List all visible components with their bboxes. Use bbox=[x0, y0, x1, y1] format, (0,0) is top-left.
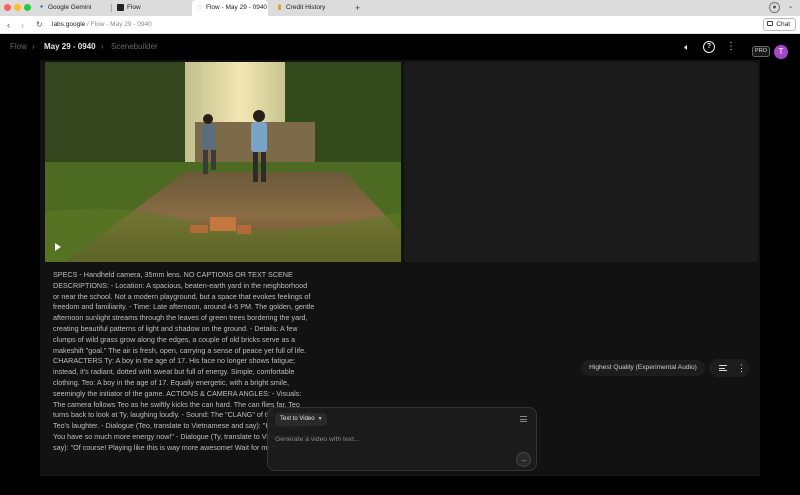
url-host: labs.google bbox=[52, 21, 86, 28]
video-clip-preview[interactable] bbox=[45, 62, 401, 262]
quality-selector[interactable]: Highest Quality (Experimental Audio) bbox=[581, 360, 705, 376]
mode-dropdown[interactable]: Text to Video ▼ bbox=[275, 413, 327, 426]
flow-logo-icon: ◌ bbox=[197, 4, 202, 11]
back-arrow-icon[interactable]: ‹ bbox=[7, 19, 10, 31]
prompt-composer: Text to Video ▼ → bbox=[267, 407, 537, 471]
window-zoom-dot[interactable] bbox=[24, 4, 31, 11]
clip-actions-pill: ⋮ bbox=[709, 359, 749, 377]
browser-tab-strip: ✦ Google Gemini Flow ◌ Flow - May 29 - 0… bbox=[0, 0, 800, 16]
speaker-volume-icon[interactable]: 🔈︎ bbox=[681, 41, 693, 53]
tab-label: Google Gemini bbox=[48, 4, 92, 11]
tab-label: Credit History bbox=[286, 4, 326, 11]
playlist-icon[interactable] bbox=[719, 365, 727, 371]
empty-preview-panel bbox=[404, 62, 758, 262]
chat-button-label: Chat bbox=[776, 21, 790, 28]
breadcrumb-scenebuilder: Scenebuilder bbox=[111, 42, 158, 51]
mode-dropdown-label: Text to Video bbox=[280, 416, 315, 422]
breadcrumb-project[interactable]: May 29 - 0940 bbox=[44, 42, 96, 52]
address-bar-row: ‹ › ↻ labs.google / Flow - May 29 - 0940… bbox=[0, 16, 800, 34]
prompt-input[interactable] bbox=[275, 433, 505, 445]
window-close-dot[interactable] bbox=[4, 4, 11, 11]
tab-label: Flow - May 29 - 0940 bbox=[206, 4, 268, 11]
app-header: Flow › May 29 - 0940 › Scenebuilder 🔈︎ ?… bbox=[0, 34, 800, 60]
new-tab-button[interactable]: + bbox=[355, 0, 360, 16]
breadcrumb-flow[interactable]: Flow bbox=[10, 42, 27, 52]
send-arrow-icon[interactable]: → bbox=[516, 452, 531, 467]
pro-plan-badge: PRO bbox=[752, 46, 770, 57]
page-favicon-icon: ▮ bbox=[277, 4, 282, 11]
settings-sliders-icon[interactable] bbox=[520, 416, 527, 422]
flow-logo-icon bbox=[117, 4, 124, 11]
tab-credit-history[interactable]: ▮ Credit History bbox=[272, 0, 352, 16]
window-minimize-dot[interactable] bbox=[14, 4, 21, 11]
breadcrumb-chevron-icon: › bbox=[101, 42, 104, 51]
chat-bubble-icon bbox=[767, 21, 774, 26]
chat-button[interactable]: Chat bbox=[763, 18, 796, 31]
more-vert-icon[interactable]: ⋮ bbox=[737, 359, 746, 377]
tab-flow-project[interactable]: ◌ Flow - May 29 - 0940 bbox=[192, 0, 268, 16]
breadcrumb-chevron-icon: › bbox=[32, 42, 35, 51]
reload-icon[interactable]: ↻ bbox=[36, 19, 43, 31]
url-field[interactable]: labs.google / Flow - May 29 - 0940 bbox=[52, 20, 152, 30]
tab-list-chevron-icon[interactable]: ⌄ bbox=[785, 2, 796, 13]
tab-label: Flow bbox=[127, 4, 141, 11]
gemini-sparkle-icon: ✦ bbox=[38, 4, 45, 11]
clip-thumbnail-image bbox=[45, 62, 401, 262]
more-vert-icon[interactable]: ⋮ bbox=[725, 41, 737, 53]
play-icon[interactable] bbox=[55, 243, 61, 251]
tab-google-gemini[interactable]: ✦ Google Gemini bbox=[34, 0, 110, 16]
help-icon[interactable]: ? bbox=[703, 41, 715, 53]
tab-divider bbox=[111, 4, 112, 12]
avatar[interactable]: T bbox=[774, 45, 788, 59]
forward-arrow-icon[interactable]: › bbox=[21, 19, 24, 31]
tab-flow[interactable]: Flow bbox=[113, 0, 189, 16]
profile-menu-icon[interactable]: ● bbox=[769, 2, 780, 13]
caret-down-icon: ▼ bbox=[317, 416, 323, 422]
url-path: / Flow - May 29 - 0940 bbox=[85, 21, 152, 28]
